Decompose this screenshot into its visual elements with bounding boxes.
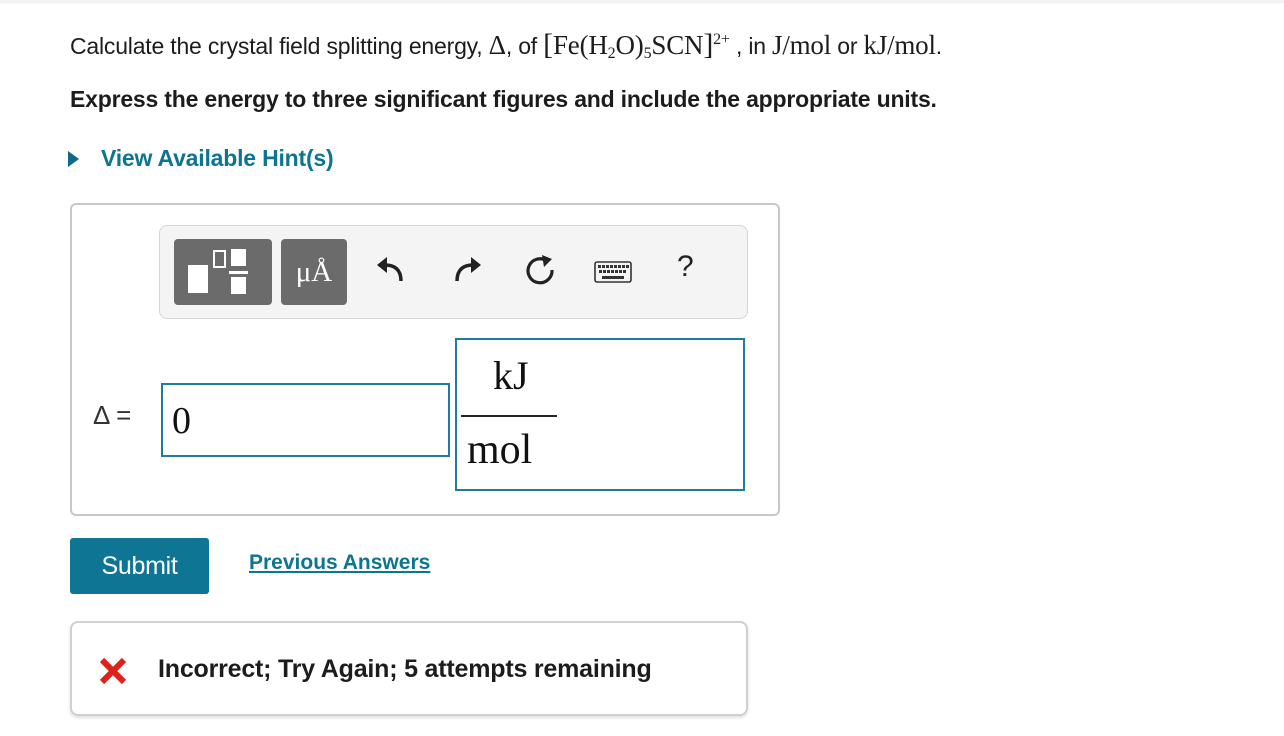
- redo-icon[interactable]: [452, 254, 484, 291]
- view-hints-label: View Available Hint(s): [101, 145, 334, 171]
- top-divider: [0, 0, 1284, 3]
- keyboard-icon[interactable]: [594, 261, 632, 288]
- submit-button[interactable]: Submit: [70, 538, 209, 594]
- delta-equals-label: Δ =: [93, 400, 132, 430]
- previous-answers-link[interactable]: Previous Answers: [249, 551, 430, 575]
- fraction-bar: [461, 415, 557, 417]
- unit-denominator: mol: [467, 427, 533, 473]
- incorrect-x-icon: [99, 657, 127, 685]
- templates-button[interactable]: [174, 239, 272, 305]
- instructions-text: Express the energy to three significant …: [70, 86, 937, 112]
- units-input[interactable]: kJ mol: [455, 338, 745, 491]
- fraction-template-icon: [188, 249, 248, 294]
- value-input-text: 0: [172, 400, 191, 442]
- math-toolbar: μÅ ?: [159, 225, 748, 319]
- question-text: Calculate the crystal field splitting en…: [70, 28, 942, 62]
- units-button-label: μÅ: [295, 256, 333, 288]
- expand-triangle-icon: [68, 150, 79, 167]
- help-button[interactable]: ?: [677, 250, 694, 284]
- unit-numerator: kJ: [493, 353, 529, 398]
- feedback-message: Incorrect; Try Again; 5 attempts remaini…: [158, 655, 652, 683]
- reset-icon[interactable]: [522, 252, 558, 293]
- undo-icon[interactable]: [374, 254, 406, 291]
- value-input[interactable]: 0: [161, 383, 450, 457]
- feedback-panel: Incorrect; Try Again; 5 attempts remaini…: [70, 621, 748, 716]
- view-hints-link[interactable]: View Available Hint(s): [68, 145, 334, 172]
- units-button[interactable]: μÅ: [281, 239, 347, 305]
